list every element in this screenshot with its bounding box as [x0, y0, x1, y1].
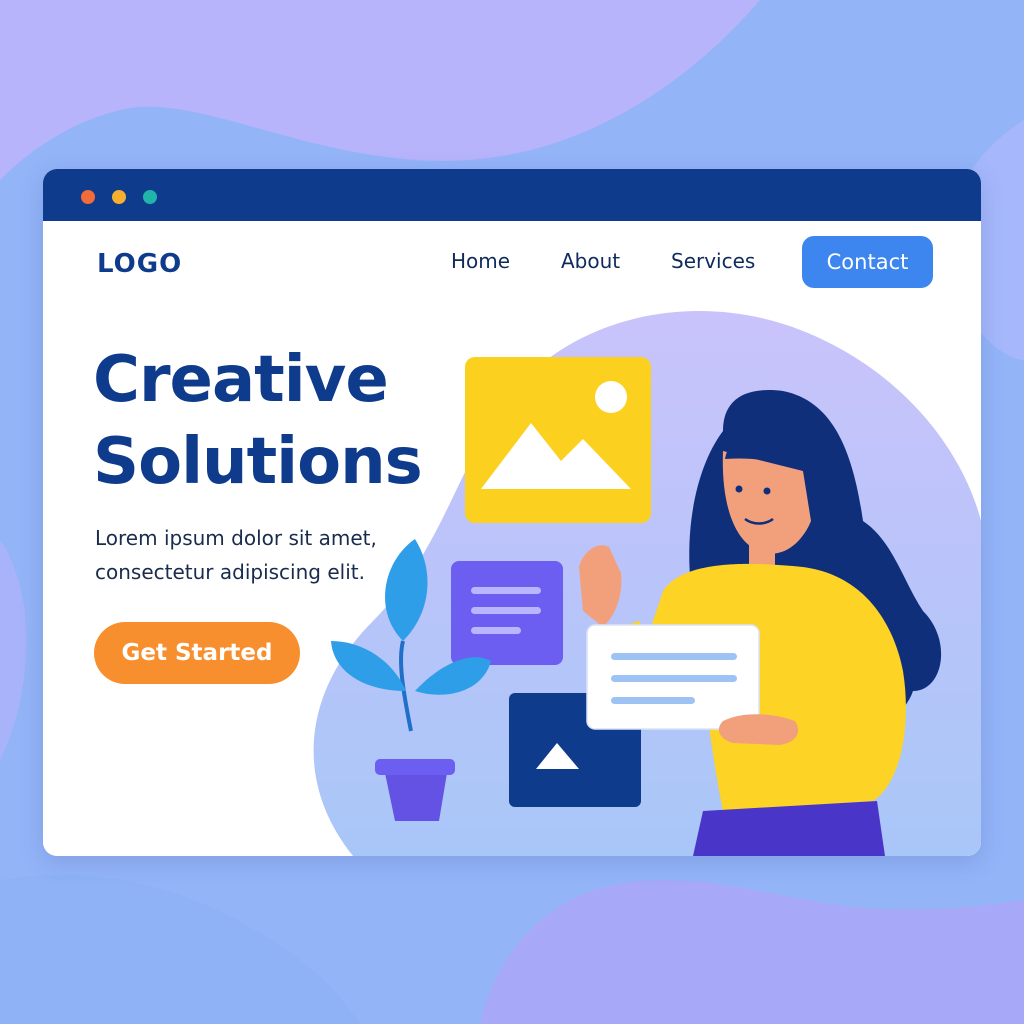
hero-title-line1: Creative [93, 343, 389, 417]
landing-page: LOGO Home About Services Contact Creativ… [43, 221, 981, 856]
minimize-dot[interactable] [112, 190, 126, 204]
nav-about-link[interactable]: About [561, 249, 620, 273]
hero-subtitle: Lorem ipsum dolor sit amet, consectetur … [95, 521, 435, 589]
nav-home-link[interactable]: Home [451, 249, 510, 273]
nav-services-link[interactable]: Services [671, 249, 755, 273]
text-card-icon [451, 561, 563, 665]
hero-title-line2: Solutions [93, 425, 423, 499]
contact-button[interactable]: Contact [802, 236, 933, 288]
woman-hand [718, 714, 799, 745]
dialog-card-icon [586, 624, 760, 730]
hero-title: Creative Solutions [93, 339, 423, 503]
get-started-button[interactable]: Get Started [94, 622, 300, 684]
browser-window: LOGO Home About Services Contact Creativ… [43, 169, 981, 856]
window-titlebar [43, 169, 981, 221]
hero-subtitle-line2: consectetur adipiscing elit. [95, 560, 365, 584]
close-dot[interactable] [81, 190, 95, 204]
site-logo[interactable]: LOGO [97, 249, 182, 279]
maximize-dot[interactable] [143, 190, 157, 204]
hero-subtitle-line1: Lorem ipsum dolor sit amet, [95, 526, 377, 550]
image-card-icon [465, 357, 651, 523]
